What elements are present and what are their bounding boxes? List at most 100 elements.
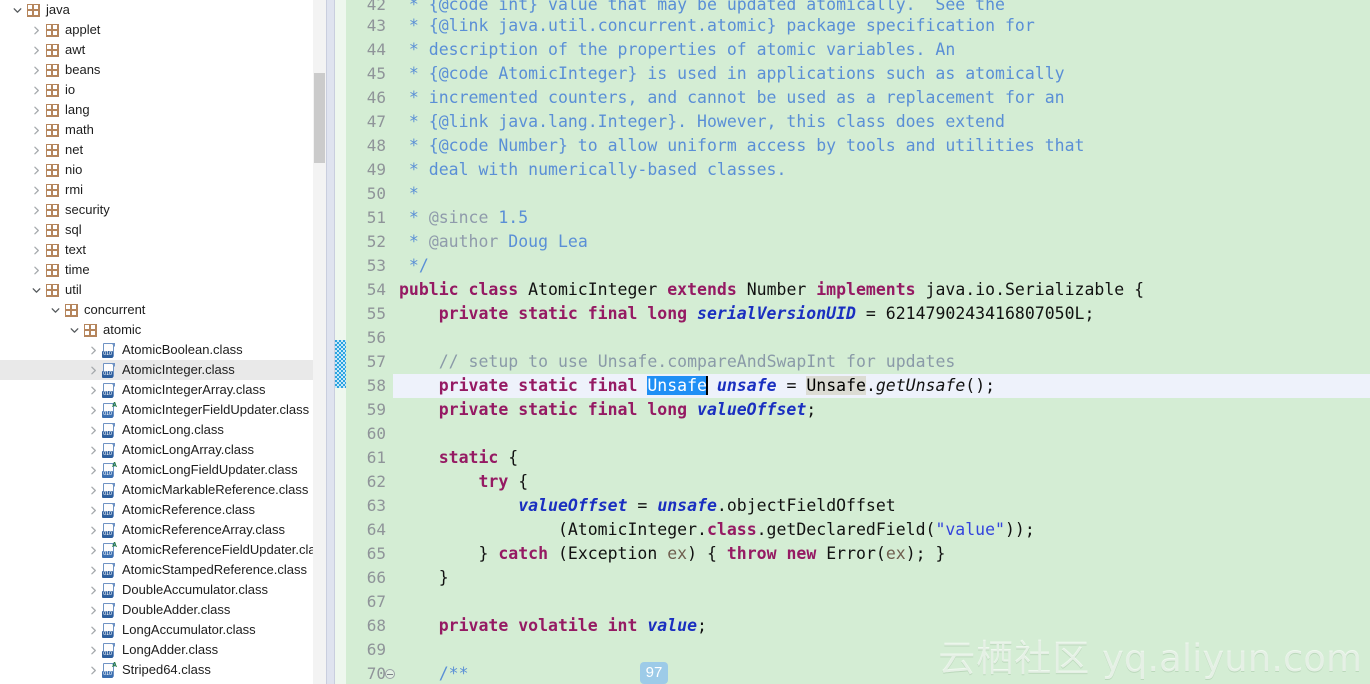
code-line-55[interactable]: 55 private static final long serialVersi…: [335, 302, 1370, 326]
tree-item-atomicreferencearray-class[interactable]: 010 AtomicReferenceArray.class: [0, 520, 326, 540]
code-line-46[interactable]: 46 * incremented counters, and cannot be…: [335, 86, 1370, 110]
code-text[interactable]: // setup to use Unsafe.compareAndSwapInt…: [393, 350, 1370, 374]
project-tree-panel[interactable]: java applet awt beans io lang math net nio rmi sec…: [0, 0, 326, 684]
chevron-right-icon[interactable]: [29, 200, 43, 220]
code-text[interactable]: private static final long serialVersionU…: [393, 302, 1370, 326]
chevron-right-icon[interactable]: [86, 520, 100, 540]
tree-item-atomicinteger-class[interactable]: 010 AtomicInteger.class: [0, 360, 326, 380]
chevron-right-icon[interactable]: [29, 80, 43, 100]
code-line-52[interactable]: 52 * @author Doug Lea: [335, 230, 1370, 254]
code-text[interactable]: * {@code Number} to allow uniform access…: [393, 134, 1370, 158]
tree-item-atomiclong-class[interactable]: 010 AtomicLong.class: [0, 420, 326, 440]
line-number[interactable]: 68: [335, 614, 393, 638]
line-number[interactable]: 53: [335, 254, 393, 278]
tree-item-rmi[interactable]: rmi: [0, 180, 326, 200]
chevron-down-icon[interactable]: [48, 300, 62, 320]
line-number[interactable]: 63: [335, 494, 393, 518]
line-number[interactable]: 56: [335, 326, 393, 350]
code-line-57[interactable]: 57 // setup to use Unsafe.compareAndSwap…: [335, 350, 1370, 374]
tree-item-nio[interactable]: nio: [0, 160, 326, 180]
tree-item-io[interactable]: io: [0, 80, 326, 100]
chevron-right-icon[interactable]: [86, 620, 100, 640]
chevron-right-icon[interactable]: [29, 60, 43, 80]
code-text[interactable]: * {@code int} value that may be updated …: [393, 0, 1370, 14]
tree-item-time[interactable]: time: [0, 260, 326, 280]
code-text[interactable]: /**: [393, 662, 1370, 684]
code-line-44[interactable]: 44 * description of the properties of at…: [335, 38, 1370, 62]
code-line-58[interactable]: 58 private static final Unsafe unsafe = …: [335, 374, 1370, 398]
line-number[interactable]: 67: [335, 590, 393, 614]
code-text[interactable]: */: [393, 254, 1370, 278]
tree-item-concurrent[interactable]: concurrent: [0, 300, 326, 320]
chevron-down-icon[interactable]: [29, 280, 43, 300]
code-text[interactable]: private static final long valueOffset;: [393, 398, 1370, 422]
tree-item-net[interactable]: net: [0, 140, 326, 160]
code-line-62[interactable]: 62 try {: [335, 470, 1370, 494]
code-text[interactable]: * deal with numerically-based classes.: [393, 158, 1370, 182]
line-number[interactable]: 55: [335, 302, 393, 326]
tree-item-doubleadder-class[interactable]: 010 DoubleAdder.class: [0, 600, 326, 620]
tree-item-atomicintegerarray-class[interactable]: 010 AtomicIntegerArray.class: [0, 380, 326, 400]
chevron-right-icon[interactable]: [29, 120, 43, 140]
tree-item-awt[interactable]: awt: [0, 40, 326, 60]
line-number[interactable]: 66: [335, 566, 393, 590]
chevron-right-icon[interactable]: [86, 380, 100, 400]
line-number[interactable]: 47: [335, 110, 393, 134]
code-line-64[interactable]: 64 (AtomicInteger.class.getDeclaredField…: [335, 518, 1370, 542]
chevron-down-icon[interactable]: [10, 0, 24, 20]
line-number[interactable]: 60: [335, 422, 393, 446]
code-text[interactable]: [393, 422, 1370, 446]
code-text[interactable]: [393, 590, 1370, 614]
chevron-right-icon[interactable]: [86, 360, 100, 380]
chevron-right-icon[interactable]: [29, 220, 43, 240]
tree-item-lang[interactable]: lang: [0, 100, 326, 120]
tree-item-atomiclongarray-class[interactable]: 010 AtomicLongArray.class: [0, 440, 326, 460]
line-number[interactable]: 51: [335, 206, 393, 230]
tree-item-applet[interactable]: applet: [0, 20, 326, 40]
line-number[interactable]: 54: [335, 278, 393, 302]
line-number[interactable]: 48: [335, 134, 393, 158]
code-line-53[interactable]: 53 */: [335, 254, 1370, 278]
line-number[interactable]: 43: [335, 14, 393, 38]
code-text[interactable]: * @since 1.5: [393, 206, 1370, 230]
line-number[interactable]: 45: [335, 62, 393, 86]
tree-item-text[interactable]: text: [0, 240, 326, 260]
code-line-68[interactable]: 68 private volatile int value;: [335, 614, 1370, 638]
chevron-right-icon[interactable]: [29, 20, 43, 40]
code-fold-icon[interactable]: [385, 669, 395, 679]
chevron-right-icon[interactable]: [86, 600, 100, 620]
project-tree-list[interactable]: java applet awt beans io lang math net nio rmi sec…: [0, 0, 326, 680]
tree-item-math[interactable]: math: [0, 120, 326, 140]
line-number[interactable]: 46: [335, 86, 393, 110]
chevron-right-icon[interactable]: [86, 640, 100, 660]
code-text[interactable]: (AtomicInteger.class.getDeclaredField("v…: [393, 518, 1370, 542]
line-number[interactable]: 69: [335, 638, 393, 662]
code-text[interactable]: *: [393, 182, 1370, 206]
code-text[interactable]: [393, 638, 1370, 662]
code-line-54[interactable]: 54 public class AtomicInteger extends Num…: [335, 278, 1370, 302]
code-line-61[interactable]: 61 static {: [335, 446, 1370, 470]
line-number[interactable]: 62: [335, 470, 393, 494]
code-line-59[interactable]: 59 private static final long valueOffset…: [335, 398, 1370, 422]
line-number[interactable]: 65: [335, 542, 393, 566]
code-text[interactable]: } catch (Exception ex) { throw new Error…: [393, 542, 1370, 566]
line-number[interactable]: 49: [335, 158, 393, 182]
chevron-right-icon[interactable]: [86, 440, 100, 460]
chevron-right-icon[interactable]: [29, 160, 43, 180]
chevron-right-icon[interactable]: [86, 460, 100, 480]
tree-item-util[interactable]: util: [0, 280, 326, 300]
tree-item-security[interactable]: security: [0, 200, 326, 220]
chevron-right-icon[interactable]: [86, 580, 100, 600]
tree-item-atomicreference-class[interactable]: 010 AtomicReference.class: [0, 500, 326, 520]
code-text[interactable]: * description of the properties of atomi…: [393, 38, 1370, 62]
line-number[interactable]: 50: [335, 182, 393, 206]
code-line-60[interactable]: 60: [335, 422, 1370, 446]
tree-item-atomicboolean-class[interactable]: 010 AtomicBoolean.class: [0, 340, 326, 360]
code-text[interactable]: * {@link java.util.concurrent.atomic} pa…: [393, 14, 1370, 38]
code-text[interactable]: [393, 326, 1370, 350]
line-number[interactable]: 58: [335, 374, 393, 398]
tree-item-longadder-class[interactable]: 010 LongAdder.class: [0, 640, 326, 660]
panel-divider[interactable]: [326, 0, 335, 684]
chevron-right-icon[interactable]: [86, 500, 100, 520]
code-text[interactable]: * {@link java.lang.Integer}. However, th…: [393, 110, 1370, 134]
